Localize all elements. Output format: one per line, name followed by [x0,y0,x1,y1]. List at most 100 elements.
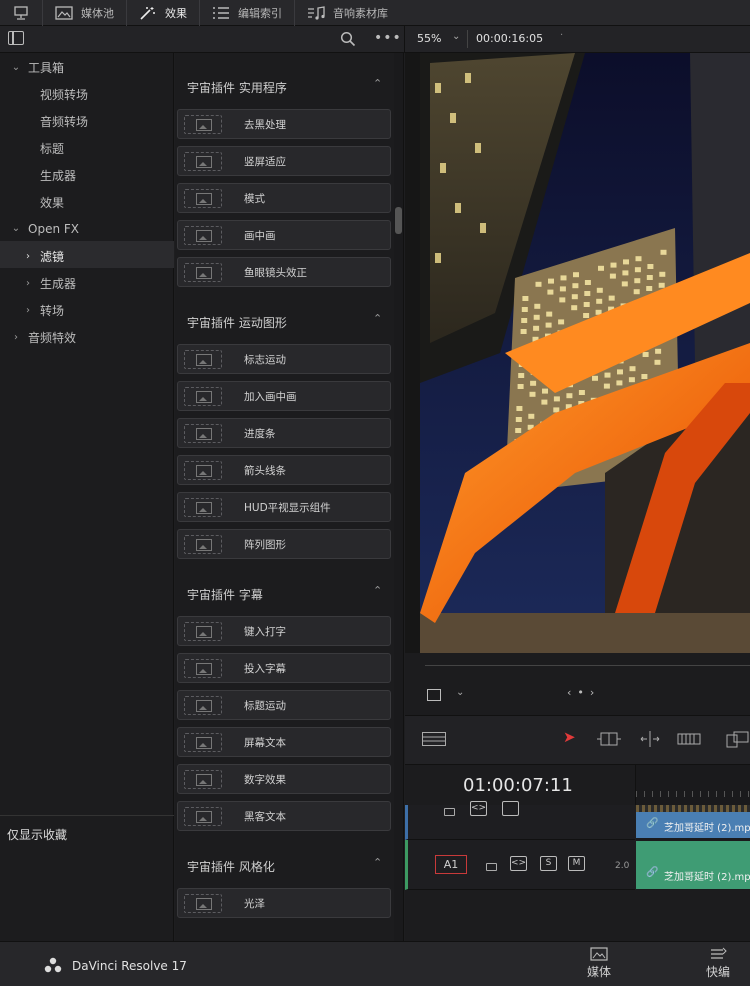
chevron-down-icon[interactable]: ⌄ [456,687,464,698]
tree-toolbox[interactable]: ⌄ 工具箱 [12,57,64,79]
insert-clip-icon[interactable] [725,731,750,749]
building-window [609,273,616,279]
effect-item[interactable]: 鱼眼镜头效正 [177,257,391,287]
effect-item[interactable]: 光泽 [177,888,391,918]
solo-button[interactable]: S [540,856,557,871]
timeline-timecode-box: 01:00:07:11 [405,765,635,805]
auto-select-icon[interactable]: <> [470,801,487,816]
trim-tool-icon[interactable] [595,731,623,747]
building-window [658,282,665,288]
effect-item[interactable]: 黑客文本 [177,801,391,831]
building-window [535,281,542,287]
effects-group-title[interactable]: 宇宙插件 运动图形 [187,314,287,331]
chevron-up-icon[interactable]: ⌃ [373,856,382,869]
zoom-level[interactable]: 55% [417,32,441,45]
effect-thumbnail-icon [184,622,222,641]
lock-icon[interactable] [444,808,455,816]
effects-group-title[interactable]: 宇宙插件 字幕 [187,586,263,603]
effect-item-label: HUD平视显示组件 [244,502,331,514]
effect-item[interactable]: HUD平视显示组件 [177,492,391,522]
tree-item-video-transitions[interactable]: 视频转场 [40,84,88,106]
timeline-timecode: 01:00:07:11 [463,775,573,796]
tree-audio-fx[interactable]: › 音频特效 [14,327,76,349]
effects-group-title[interactable]: 宇宙插件 实用程序 [187,79,287,96]
panel-toggle-icon[interactable] [8,31,24,45]
preview-viewer[interactable] [405,53,750,653]
effect-item[interactable]: 标志运动 [177,344,391,374]
effect-item[interactable]: 投入字幕 [177,653,391,683]
audio-clip[interactable]: 🔗 芝加哥延时 (2).mp4 [636,841,750,889]
tree-item-filters[interactable]: › 滤镜 [26,246,64,268]
effect-item[interactable]: 屏幕文本 [177,727,391,757]
favorites-only-toggle[interactable]: 仅显示收藏 [0,815,174,843]
lock-icon[interactable] [486,863,497,871]
timeline-empty-area[interactable] [405,890,750,941]
timeline-ruler[interactable] [635,765,750,805]
tree-item-audio-transitions[interactable]: 音频转场 [40,111,88,133]
frame-navigation[interactable]: ‹•› [567,686,600,699]
building-window [533,325,540,331]
effect-item[interactable]: 键入打字 [177,616,391,646]
effect-item[interactable]: 竖屏适应 [177,146,391,176]
tab-edit-index[interactable]: 编辑索引 [200,0,295,26]
tree-item-ofx-generators-label: 生成器 [40,277,77,291]
video-clip[interactable]: 🔗 芝加哥延时 (2).mp4 [636,812,750,838]
page-cut[interactable]: 快编 [698,947,738,980]
preview-frame-image [405,53,750,653]
building-window [621,281,628,287]
more-options-icon[interactable]: ••• [374,30,402,46]
search-icon[interactable] [340,31,356,47]
chevron-up-icon[interactable]: ⌃ [373,312,382,325]
effect-item[interactable]: 进度条 [177,418,391,448]
effect-item[interactable]: 去黑处理 [177,109,391,139]
tree-item-generators[interactable]: 生成器 [40,165,76,187]
building-window [635,256,642,262]
tab-media-pool[interactable]: 媒体池 [43,0,127,26]
chevron-up-icon[interactable]: ⌃ [373,77,382,90]
timeline-view-icon[interactable] [422,732,446,746]
effect-item[interactable]: 画中画 [177,220,391,250]
track-visibility-icon[interactable] [502,801,519,816]
tree-item-ofx-transitions[interactable]: › 转场 [26,300,64,322]
selection-tool-icon[interactable]: ➤ [563,728,576,746]
effect-item[interactable]: 加入画中画 [177,381,391,411]
video-track-header: <> [405,801,635,840]
media-pool-toggle[interactable] [0,0,43,26]
effect-thumbnail-icon [184,659,222,678]
effect-item-label: 画中画 [244,230,276,242]
tree-item-effects[interactable]: 效果 [40,192,64,214]
effect-item[interactable]: 阵列图形 [177,529,391,559]
scrubber-track[interactable] [425,665,750,666]
effect-item[interactable]: 数字效果 [177,764,391,794]
dynamic-trim-icon[interactable] [677,731,701,747]
building-window [517,384,524,389]
chevron-up-icon[interactable]: ⌃ [373,584,382,597]
chevron-down-icon[interactable]: ⌄ [452,31,460,42]
tree-item-titles[interactable]: 标题 [40,138,64,160]
building-window [534,303,541,309]
crop-icon[interactable] [427,689,441,701]
auto-select-icon[interactable]: <> [510,856,527,871]
building-window [541,399,548,405]
media-pool-icon [14,5,28,20]
building-window [616,380,623,386]
building-window [641,374,648,379]
page-media[interactable]: 媒体 [579,947,619,980]
effect-item-label: 投入字幕 [244,663,286,675]
tab-sound-library[interactable]: 音响素材库 [295,0,400,26]
effects-group-title[interactable]: 宇宙插件 风格化 [187,858,275,875]
effect-item[interactable]: 箭头线条 [177,455,391,485]
tab-effects[interactable]: 效果 [127,0,200,26]
audio-track-label[interactable]: A1 [435,855,467,874]
mute-button[interactable]: M [568,856,585,871]
blade-tool-icon[interactable] [637,731,663,747]
scrollbar-thumb[interactable] [395,207,402,234]
effects-scrollbar[interactable] [394,53,404,941]
effect-item[interactable]: 模式 [177,183,391,213]
building-window [646,286,653,291]
tree-item-ofx-generators[interactable]: › 生成器 [26,273,77,295]
building-window [622,270,629,276]
building-window [660,249,667,255]
effect-item[interactable]: 标题运动 [177,690,391,720]
tree-openfx[interactable]: ⌄ Open FX [12,218,79,240]
